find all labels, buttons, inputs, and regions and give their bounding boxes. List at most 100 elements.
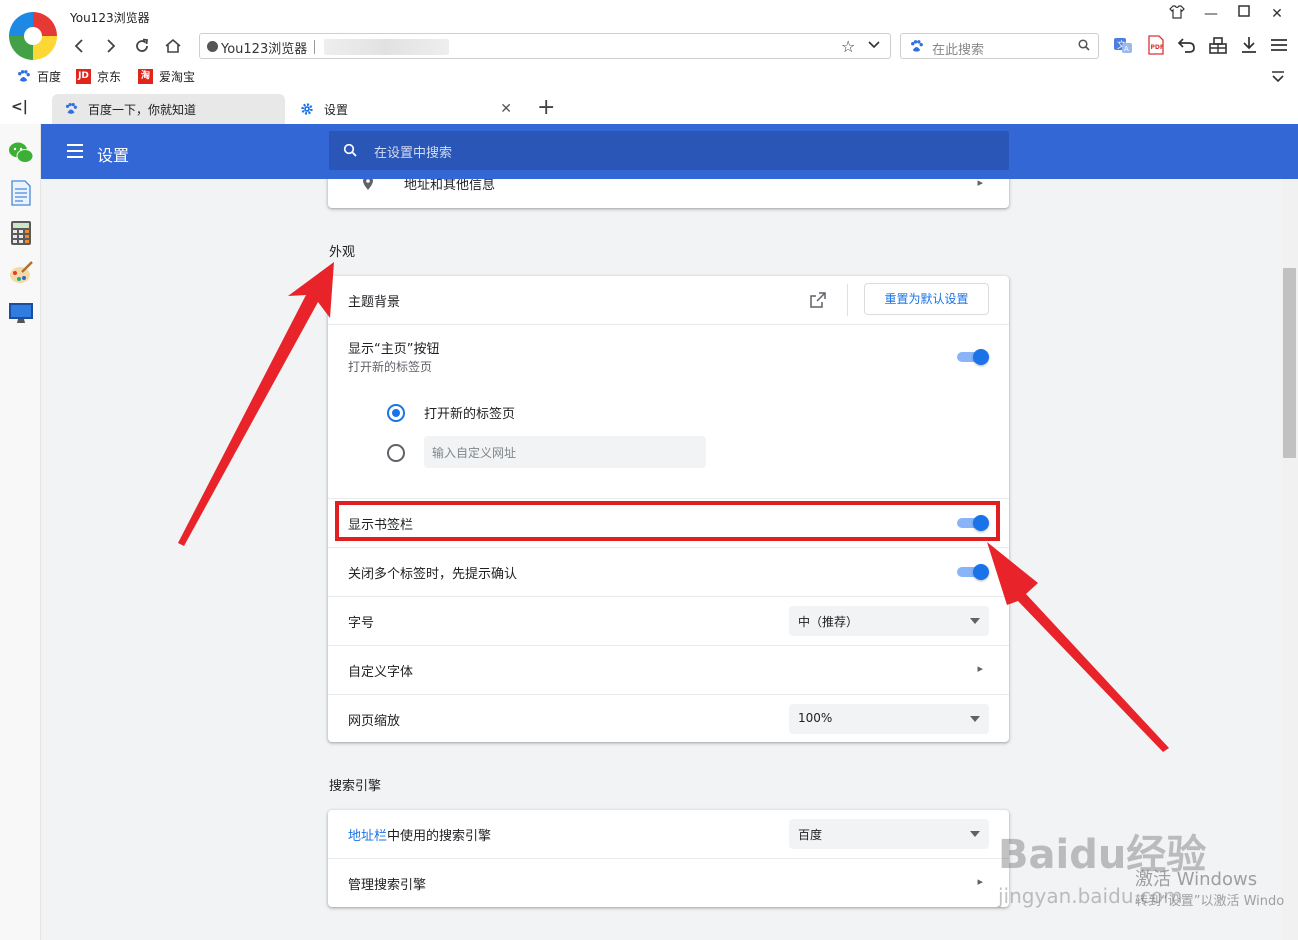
chevron-right-icon: ▸: [977, 875, 983, 888]
section-title-search-engine: 搜索引擎: [329, 779, 382, 794]
bookmark-baidu[interactable]: 百度: [16, 67, 61, 85]
main-menu-icon[interactable]: [1269, 35, 1291, 57]
select-value: 中（推荐）: [798, 615, 859, 629]
radio-new-tab[interactable]: [387, 404, 405, 422]
row-label: 网页缩放: [348, 714, 401, 729]
window-title: You123浏览器: [70, 11, 150, 25]
undo-close-tab-icon[interactable]: [1177, 35, 1199, 57]
close-window-icon[interactable]: ✕: [1266, 4, 1288, 24]
browser-logo: [9, 12, 57, 60]
bookmark-label: 百度: [37, 69, 62, 84]
custom-font-row[interactable]: 自定义字体 ▸: [328, 645, 1009, 694]
address-bar[interactable]: You123浏览器 ☆: [199, 33, 891, 59]
custom-url-placeholder: 输入自定义网址: [432, 446, 517, 460]
bookmark-label: 爱淘宝: [159, 69, 196, 84]
new-tab-icon[interactable]: +: [537, 95, 555, 120]
search-icon[interactable]: [1078, 39, 1090, 51]
download-icon[interactable]: [1239, 35, 1261, 57]
divider: [847, 284, 848, 316]
search-engine-card: 地址栏中使用的搜索引擎 百度 管理搜索引擎 ▸: [328, 810, 1009, 907]
search-engine-row: 地址栏中使用的搜索引擎 百度: [328, 810, 1009, 858]
home-button-toggle[interactable]: [957, 349, 989, 365]
gear-icon: [301, 103, 313, 115]
calculator-icon[interactable]: [8, 220, 34, 246]
baidu-paw-icon: [65, 103, 77, 114]
activate-windows-sub: 转到“设置”以激活 Windo: [1135, 894, 1285, 909]
activate-windows-title: 激活 Windows: [1135, 869, 1258, 890]
settings-search-input[interactable]: 在设置中搜索: [329, 131, 1009, 170]
taobao-icon: 淘: [138, 68, 153, 84]
close-confirm-row: 关闭多个标签时，先提示确认: [328, 547, 1009, 596]
radio-custom-url[interactable]: [387, 444, 405, 462]
settings-title: 设置: [97, 146, 130, 165]
row-label: 字号: [348, 616, 375, 631]
reset-theme-button[interactable]: 重置为默认设置: [864, 283, 989, 315]
highlight-box: [335, 501, 1000, 541]
close-tab-icon[interactable]: ✕: [500, 101, 512, 117]
screen-capture-icon[interactable]: [8, 300, 34, 326]
close-confirm-toggle[interactable]: [957, 564, 989, 580]
bookmark-taobao[interactable]: 淘 爱淘宝: [138, 67, 195, 85]
svg-text:A: A: [1124, 45, 1129, 53]
settings-header: 设置 在设置中搜索: [41, 124, 1298, 179]
jd-icon: JD: [76, 68, 91, 84]
home-icon[interactable]: [161, 34, 185, 58]
notepad-icon[interactable]: [8, 180, 34, 206]
maximize-icon[interactable]: [1233, 4, 1255, 24]
forward-icon[interactable]: [98, 34, 122, 58]
row-label: 地址和其他信息: [404, 179, 496, 193]
skin-icon[interactable]: [1166, 4, 1188, 24]
address-bar-link[interactable]: 地址栏: [348, 829, 387, 844]
search-icon: [343, 143, 357, 157]
dropdown-caret-icon: [970, 831, 980, 837]
custom-url-input[interactable]: 输入自定义网址: [424, 436, 706, 468]
row-label: 自定义字体: [348, 665, 414, 680]
baidu-paw-icon: [18, 69, 30, 82]
minimize-icon[interactable]: —: [1200, 4, 1222, 24]
font-size-row: 字号 中（推荐）: [328, 596, 1009, 645]
bookmark-star-icon[interactable]: ☆: [841, 37, 855, 56]
page-zoom-row: 网页缩放 100%: [328, 694, 1009, 742]
row-label: 关闭多个标签时，先提示确认: [348, 567, 518, 582]
paint-icon[interactable]: [8, 260, 34, 286]
wechat-icon[interactable]: [8, 140, 34, 166]
web-search-box[interactable]: 在此搜索: [900, 33, 1099, 59]
bookmark-bar-expand-icon[interactable]: [1270, 70, 1286, 84]
translate-icon[interactable]: 文A: [1113, 35, 1135, 57]
settings-search-placeholder: 在设置中搜索: [374, 146, 453, 161]
tab-label: 百度一下，你就知道: [88, 102, 197, 117]
left-sidebar: [0, 124, 41, 940]
sidebar-collapse-icon[interactable]: <|: [11, 99, 28, 115]
tab-strip: <| 百度一下，你就知道 设置 ✕ +: [0, 92, 1298, 124]
row-label-rest: 中使用的搜索引擎: [387, 829, 492, 844]
row-label: 显示“主页”按钮: [348, 342, 440, 357]
location-pin-icon: [363, 179, 373, 190]
reload-icon[interactable]: [130, 34, 154, 58]
hamburger-menu-icon[interactable]: [67, 144, 83, 158]
address-info-row[interactable]: 地址和其他信息 ▸: [328, 179, 1009, 208]
row-label: 主题背景: [348, 295, 401, 310]
autofill-card: 地址和其他信息 ▸: [328, 179, 1009, 208]
tab-label: 设置: [324, 102, 349, 117]
scrollbar-thumb[interactable]: [1283, 268, 1296, 458]
extensions-icon[interactable]: [1208, 35, 1230, 57]
tab-baidu[interactable]: 百度一下，你就知道: [52, 94, 285, 124]
address-url-redacted: [324, 39, 449, 55]
web-search-placeholder: 在此搜索: [932, 43, 985, 58]
font-size-select[interactable]: 中（推荐）: [789, 606, 989, 636]
dropdown-caret-icon: [970, 716, 980, 722]
select-value: 百度: [798, 828, 823, 842]
manage-search-engines-row[interactable]: 管理搜索引擎 ▸: [328, 858, 1009, 907]
select-value: 100%: [798, 711, 833, 725]
pdf-icon[interactable]: PDF: [1146, 35, 1168, 57]
address-dropdown-icon[interactable]: [867, 37, 881, 55]
tab-settings[interactable]: 设置 ✕: [288, 94, 524, 124]
search-engine-select[interactable]: 百度: [789, 819, 989, 849]
bookmark-jd[interactable]: JD 京东: [76, 67, 121, 85]
dropdown-caret-icon: [970, 618, 980, 624]
home-button-row: 显示“主页”按钮 打开新的标签页 打开新的标签页 输入自定义网址: [328, 324, 1009, 498]
back-icon[interactable]: [68, 34, 92, 58]
external-link-icon[interactable]: [810, 292, 826, 308]
page-zoom-select[interactable]: 100%: [789, 704, 989, 734]
baidu-paw-icon: [911, 40, 923, 52]
